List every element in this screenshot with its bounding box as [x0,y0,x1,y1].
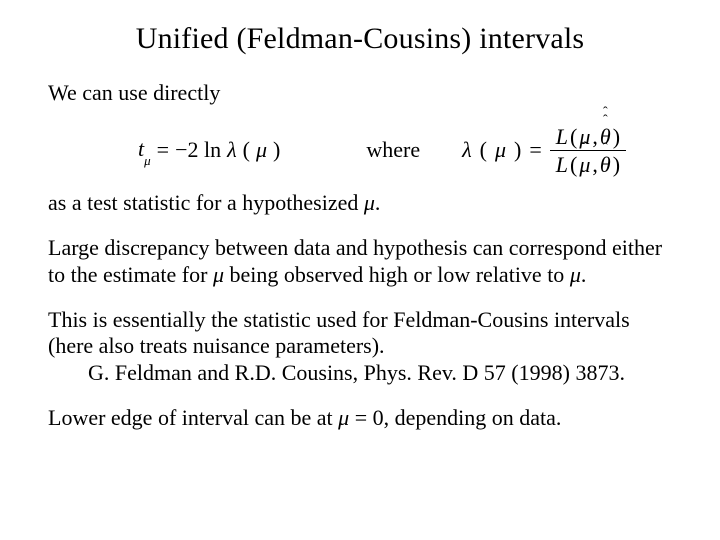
minus-two-ln: −2 ln [175,137,221,163]
numerator: L(μ, ˆ ˆ θ ) [550,125,626,151]
where-label: where [366,137,420,163]
theta-hat: ˆ θ [600,153,611,176]
equals-sign-rhs: = [529,137,541,163]
slide: Unified (Feldman-Cousins) intervals We c… [0,0,720,432]
reference: G. Feldman and R.D. Cousins, Phys. Rev. … [48,360,672,387]
equation-lhs: tμ = −2 ln λ(μ) [138,136,280,165]
var-t: tμ [138,136,151,165]
denominator: L( ˆ μ , ˆ θ ) [550,151,626,176]
lambda: λ [227,137,237,163]
equation-row: tμ = −2 ln λ(μ) where λ(μ) = L(μ, ˆ ˆ θ … [138,125,672,176]
paragraph-test-statistic: as a test statistic for a hypothesized μ… [48,190,672,217]
likelihood-ratio: L(μ, ˆ ˆ θ ) L( ˆ μ , ˆ [550,125,626,176]
paragraph-discrepancy: Large discrepancy between data and hypot… [48,235,672,289]
paragraph-intro: We can use directly [48,80,672,107]
equals-sign: = [157,137,169,163]
equation-rhs: λ(μ) = L(μ, ˆ ˆ θ ) L( ˆ μ [462,125,626,176]
mu-hat: ˆ μ [579,153,590,176]
rparen: ) [273,137,280,163]
lparen: ( [243,137,250,163]
slide-title: Unified (Feldman-Cousins) intervals [48,22,672,56]
lambda-rhs: λ [462,137,472,163]
mu-arg: μ [256,137,267,163]
paragraph-lower-edge: Lower edge of interval can be at μ = 0, … [48,405,672,432]
paragraph-fc: This is essentially the statistic used f… [48,307,672,361]
